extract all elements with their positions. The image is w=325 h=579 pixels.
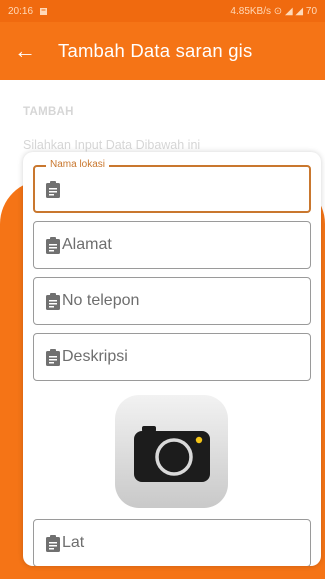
camera-icon: [133, 425, 210, 482]
intro-section: TAMBAH Silahkan Input Data Dibawah ini: [23, 106, 200, 152]
nama-lokasi-label: Nama lokasi: [46, 159, 110, 170]
lat-field[interactable]: Lat: [33, 519, 311, 566]
clipboard-icon: [46, 236, 60, 254]
app-bar: ← Tambah Data saran gis: [0, 22, 325, 80]
notification-icon: [40, 7, 48, 15]
intro-subtitle: Silahkan Input Data Dibawah ini: [23, 138, 201, 152]
form-card: Nama lokasi Alamat No telepon Deskripsi …: [23, 152, 321, 566]
intro-heading: TAMBAH: [23, 106, 74, 118]
nama-lokasi-field[interactable]: Nama lokasi: [33, 159, 311, 213]
clipboard-icon: [46, 534, 60, 552]
status-bar: 20:16 4.85KB/s ⊙ ◢ ◢ 70: [0, 0, 325, 22]
no-telepon-field[interactable]: No telepon: [33, 277, 311, 325]
clipboard-icon: [46, 180, 60, 198]
alamat-field[interactable]: Alamat: [33, 221, 311, 269]
arrow-left-icon[interactable]: ←: [14, 40, 44, 62]
page-title: Tambah Data saran gis: [58, 40, 253, 61]
camera-button[interactable]: [115, 395, 228, 508]
deskripsi-placeholder: Deskripsi: [62, 348, 128, 365]
clipboard-icon: [46, 348, 60, 366]
status-time: 20:16: [8, 5, 34, 17]
clipboard-icon: [46, 292, 60, 310]
deskripsi-field[interactable]: Deskripsi: [33, 333, 311, 381]
alamat-placeholder: Alamat: [62, 236, 112, 253]
lat-placeholder: Lat: [62, 534, 85, 551]
no-telepon-placeholder: No telepon: [62, 292, 140, 309]
status-indicators: 4.85KB/s ⊙ ◢ ◢ 70: [230, 5, 317, 17]
